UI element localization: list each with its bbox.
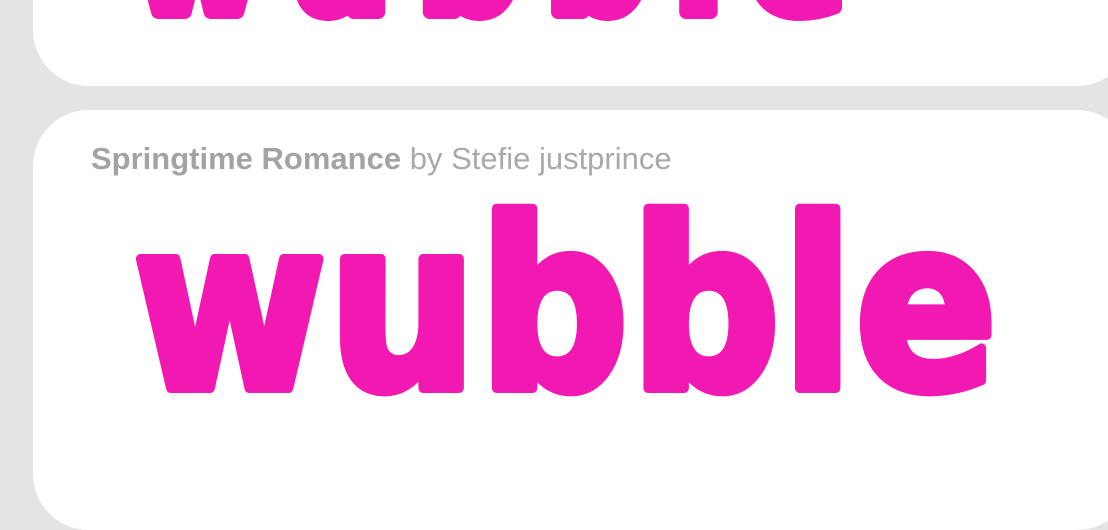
font-sample-text: wubble [133,169,999,444]
font-card-partial[interactable]: wubble [33,0,1108,86]
font-sample-preview: wubble [126,0,873,53]
font-card[interactable]: Springtime Romance by Stefie justprince … [33,110,1108,530]
font-sample-preview: wubble [128,164,1002,449]
font-sample-text: wubble [133,0,873,46]
